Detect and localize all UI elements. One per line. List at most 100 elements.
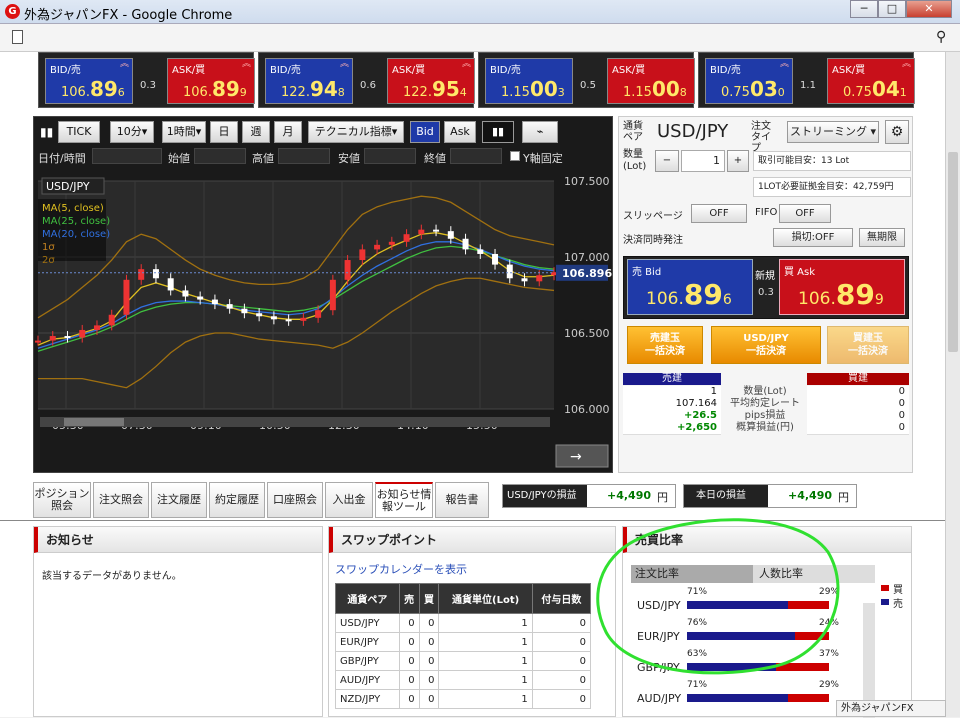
bid-button[interactable]: Bid bbox=[410, 121, 440, 143]
bid-quote-price: 106.896 bbox=[61, 77, 125, 101]
scrollbar[interactable] bbox=[945, 52, 960, 717]
bid-quote-box[interactable]: BID/売 1.15003 bbox=[485, 58, 573, 104]
bid-quote-box[interactable]: BID/売 122.948 ︽ bbox=[265, 58, 353, 104]
arrow-right-icon: → bbox=[570, 449, 582, 465]
candle bbox=[123, 279, 130, 315]
qty-minus-button[interactable]: − bbox=[655, 150, 679, 172]
period-select[interactable]: 1時間▾ bbox=[162, 121, 206, 143]
buy-settle-all-button[interactable]: 買建玉 一括決済 bbox=[827, 326, 909, 364]
candle bbox=[49, 336, 56, 341]
jump-latest-button[interactable] bbox=[555, 444, 609, 468]
qty-plus-button[interactable]: + bbox=[727, 150, 749, 172]
gear-icon[interactable]: ⚙ bbox=[885, 120, 909, 144]
available-lot: 取引可能目安：13 Lot bbox=[753, 151, 911, 171]
pair-name: USD/JPY bbox=[657, 121, 729, 142]
price-prefix: 122. bbox=[281, 85, 310, 100]
high-field bbox=[278, 148, 330, 164]
ask-quote-box[interactable]: ASK/買 1.15008 bbox=[607, 58, 695, 104]
month-button[interactable]: 月 bbox=[274, 121, 302, 143]
candle bbox=[226, 304, 233, 309]
expiry-select[interactable]: 無期限 bbox=[859, 228, 905, 247]
sell-bid-label: 売 Bid bbox=[632, 267, 662, 278]
ask-quote-box[interactable]: ASK/買 106.899 ︽ bbox=[167, 58, 255, 104]
legend-entry: MA(5, close) bbox=[42, 203, 104, 214]
high-label: 高値 bbox=[252, 152, 274, 165]
price-prefix: 0.75 bbox=[843, 85, 872, 100]
chart-scroller-thumb[interactable] bbox=[64, 418, 124, 426]
candle bbox=[182, 290, 189, 297]
order-type-select[interactable]: ストリーミング ▾ bbox=[787, 121, 879, 143]
fifo-label: FIFO bbox=[755, 207, 778, 218]
swap-cell: 1 bbox=[438, 632, 533, 652]
ask-button[interactable]: Ask bbox=[444, 121, 476, 143]
swap-cell: 0 bbox=[418, 670, 440, 690]
bid-quote-box[interactable]: BID/売 0.75030 ︽ bbox=[705, 58, 793, 104]
candle-chart-button[interactable]: ▮▮ bbox=[482, 121, 514, 143]
fifo-toggle[interactable]: OFF bbox=[779, 204, 831, 223]
minimize-button[interactable]: ─ bbox=[850, 0, 878, 18]
ask-quote-box[interactable]: ASK/買 0.75041 ︽ bbox=[827, 58, 915, 104]
swap-cell: 0 bbox=[418, 632, 440, 652]
price-big: 95 bbox=[431, 77, 460, 101]
candle bbox=[167, 278, 174, 291]
stop-loss-toggle[interactable]: 損切:OFF bbox=[773, 228, 853, 247]
line-chart-button[interactable]: ⌁ bbox=[522, 121, 558, 143]
price-small: 8 bbox=[337, 86, 345, 99]
low-field bbox=[364, 148, 416, 164]
technical-select[interactable]: テクニカル指標▾ bbox=[308, 121, 404, 143]
address-bar: ⚲ bbox=[0, 24, 960, 52]
buy-ask-button[interactable]: 買 Ask 106.899 bbox=[779, 259, 905, 315]
swap-cell: 0 bbox=[531, 651, 592, 671]
tab-3[interactable]: 約定履歴 bbox=[209, 482, 265, 518]
week-button[interactable]: 週 bbox=[242, 121, 270, 143]
swap-cell: 0 bbox=[531, 670, 592, 690]
swap-cell: 1 bbox=[438, 651, 533, 671]
tab-6[interactable]: お知らせ情報ツール bbox=[375, 482, 433, 518]
zoom-icon[interactable]: ⚲ bbox=[936, 29, 946, 45]
tab-0[interactable]: ポジション照会 bbox=[33, 482, 91, 518]
tick-button[interactable]: TICK bbox=[58, 121, 100, 143]
qty-input[interactable]: 1 bbox=[681, 150, 725, 172]
pair-pl-label: USD/JPYの損益 bbox=[503, 485, 587, 507]
ask-quote-box[interactable]: ASK/買 122.954 ︽ bbox=[387, 58, 475, 104]
maximize-button[interactable]: □ bbox=[878, 0, 906, 18]
yfix-checkbox[interactable] bbox=[510, 151, 520, 161]
close-button[interactable]: ✕ bbox=[906, 0, 952, 18]
taskbar-item[interactable]: 外為ジャパンFX bbox=[836, 700, 946, 717]
ask-quote-label: ASK/買 bbox=[172, 65, 206, 76]
pos-sell-value: +2,650 bbox=[623, 422, 721, 435]
pos-buy-value: 0 bbox=[807, 422, 909, 435]
close-label: 終値 bbox=[424, 152, 446, 165]
bid-quote-box[interactable]: BID/売 106.896 ︽ bbox=[45, 58, 133, 104]
tab-1[interactable]: 注文照会 bbox=[93, 482, 149, 518]
table-row: USD/JPY 0 0 1 0 bbox=[335, 613, 592, 633]
tab-4[interactable]: 口座照会 bbox=[267, 482, 323, 518]
candle bbox=[418, 229, 425, 235]
interval-select[interactable]: 10分▾ bbox=[110, 121, 154, 143]
scrollbar-thumb[interactable] bbox=[948, 152, 958, 352]
price-prefix: 106. bbox=[183, 85, 212, 100]
sell-settle-all-button[interactable]: 売建玉 一括決済 bbox=[627, 326, 703, 364]
sell-bid-button[interactable]: 売 Bid 106.896 bbox=[627, 259, 753, 315]
position-row: 107.164 平均約定レート 0 bbox=[623, 398, 909, 411]
up-chevron-icon: ︽ bbox=[901, 59, 911, 69]
swap-calendar-link[interactable]: スワップカレンダーを表示 bbox=[329, 553, 615, 583]
price-chart[interactable]: 107.500107.000106.500106.00005:3007:3009… bbox=[34, 173, 612, 473]
tab-5[interactable]: 入出金 bbox=[325, 482, 373, 518]
swap-cell: EUR/JPY bbox=[335, 632, 400, 652]
slippage-toggle[interactable]: OFF bbox=[691, 204, 747, 223]
day-button[interactable]: 日 bbox=[210, 121, 238, 143]
bar-chart-icon: ▮▮ bbox=[40, 125, 54, 139]
tab-2[interactable]: 注文履歴 bbox=[151, 482, 207, 518]
pair-settle-all-button[interactable]: USD/JPY 一括決済 bbox=[711, 326, 821, 364]
up-chevron-icon: ︽ bbox=[461, 59, 471, 69]
candle bbox=[270, 316, 277, 320]
ratio-row: AUD/JPY 71% 29% bbox=[631, 680, 839, 708]
tab-7[interactable]: 報告書 bbox=[435, 482, 489, 518]
y-tick: 106.000 bbox=[564, 403, 610, 416]
pair-pl-value: +4,490 bbox=[606, 489, 651, 502]
swap-title: スワップポイント bbox=[329, 527, 615, 553]
legend-sell-swatch bbox=[881, 599, 889, 605]
ratio-bar bbox=[687, 694, 829, 702]
price-big: 03 bbox=[749, 77, 778, 101]
